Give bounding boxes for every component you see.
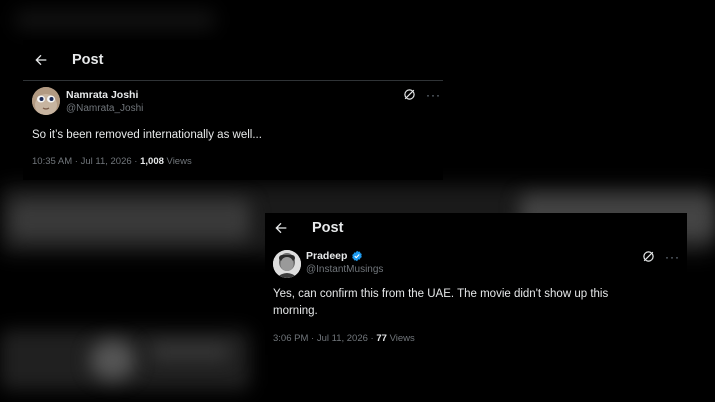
more-icon[interactable]: ··· [665, 251, 680, 263]
views-label: Views [166, 156, 192, 167]
page-title: Post [312, 220, 344, 236]
post-meta: 10:35 AM · Jul 11, 2026 · 1,008 Views [32, 156, 192, 167]
post-date[interactable]: Jul 11, 2026 [317, 333, 368, 344]
divider [23, 80, 443, 81]
page-title: Post [72, 52, 104, 68]
post-meta: 3:06 PM · Jul 11, 2026 · 77 Views [273, 333, 415, 344]
post-header: Post [265, 213, 687, 243]
post-date[interactable]: Jul 11, 2026 [81, 156, 132, 167]
author-handle[interactable]: @Namrata_Joshi [66, 103, 143, 114]
post-time[interactable]: 10:35 AM [32, 156, 72, 167]
back-arrow-icon[interactable] [273, 220, 289, 236]
more-icon[interactable]: ··· [426, 89, 441, 101]
post-actions: ··· [642, 250, 680, 263]
post-actions: ··· [403, 88, 441, 101]
blurred-shape [90, 340, 135, 380]
blurred-shape [10, 200, 250, 240]
grok-icon[interactable] [403, 88, 416, 101]
back-arrow-icon[interactable] [33, 52, 49, 68]
author-name[interactable]: Pradeep [306, 250, 363, 262]
verified-badge-icon [351, 250, 363, 262]
separator: · [308, 333, 317, 344]
post-header: Post [23, 40, 443, 80]
post-time[interactable]: 3:06 PM [273, 333, 308, 344]
post-text: So it’s been removed internationally as … [32, 129, 262, 141]
author-name-text: Pradeep [306, 250, 348, 262]
views-count: 1,008 [140, 156, 164, 167]
blurred-shape [15, 10, 215, 30]
views-count: 77 [376, 333, 387, 344]
post-text: Yes, can confirm this from the UAE. The … [273, 288, 609, 317]
avatar[interactable] [273, 250, 301, 278]
author-name[interactable]: Namrata Joshi [66, 89, 138, 101]
post-card-pradeep: Post Pradeep @InstantMusings ··· Yes, ca… [265, 213, 687, 355]
separator: · [72, 156, 81, 167]
grok-icon[interactable] [642, 250, 655, 263]
blurred-shape [150, 345, 230, 359]
separator: · [131, 156, 141, 167]
author-handle[interactable]: @InstantMusings [306, 264, 383, 275]
avatar[interactable] [32, 87, 60, 115]
author-name-text: Namrata Joshi [66, 89, 139, 101]
views-label: Views [389, 333, 415, 344]
post-card-namrata: Post Namrata Joshi @Namrata_Joshi ··· So… [23, 40, 443, 180]
